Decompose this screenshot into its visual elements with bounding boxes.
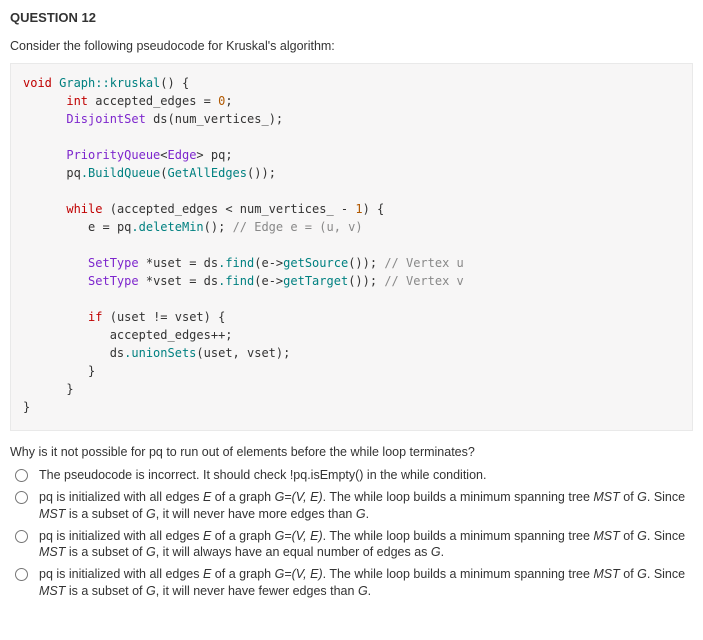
option-d[interactable]: pq is initialized with all edges E of a … — [10, 566, 693, 599]
followup-question: Why is it not possible for pq to run out… — [10, 445, 693, 459]
option-b-text: pq is initialized with all edges E of a … — [39, 489, 693, 522]
option-d-text: pq is initialized with all edges E of a … — [39, 566, 693, 599]
option-d-radio[interactable] — [15, 568, 28, 581]
answer-options: The pseudocode is incorrect. It should c… — [10, 467, 693, 599]
question-header: QUESTION 12 — [10, 10, 693, 25]
option-a-text: The pseudocode is incorrect. It should c… — [39, 467, 486, 483]
option-a[interactable]: The pseudocode is incorrect. It should c… — [10, 467, 693, 483]
question-prompt: Consider the following pseudocode for Kr… — [10, 39, 693, 53]
option-a-radio[interactable] — [15, 469, 28, 482]
option-c[interactable]: pq is initialized with all edges E of a … — [10, 528, 693, 561]
option-b-radio[interactable] — [15, 491, 28, 504]
option-c-text: pq is initialized with all edges E of a … — [39, 528, 693, 561]
option-c-radio[interactable] — [15, 530, 28, 543]
pseudocode-block: void Graph::kruskal() { int accepted_edg… — [10, 63, 693, 431]
option-b[interactable]: pq is initialized with all edges E of a … — [10, 489, 693, 522]
